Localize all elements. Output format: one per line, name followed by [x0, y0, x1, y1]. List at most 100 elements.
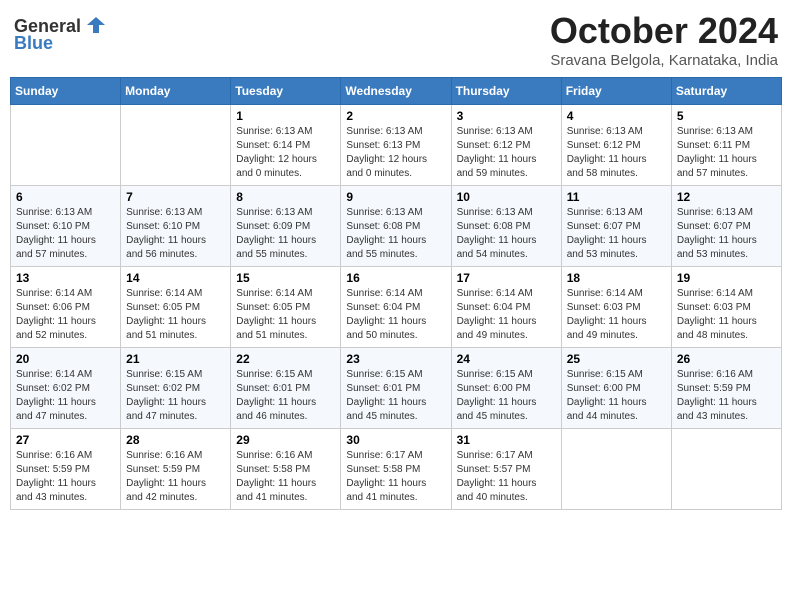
calendar-header-row: SundayMondayTuesdayWednesdayThursdayFrid…: [11, 78, 782, 105]
calendar-cell: 21 Sunrise: 6:15 AM Sunset: 6:02 PM Dayli…: [121, 348, 231, 429]
day-number: 9: [346, 190, 445, 204]
day-header: Friday: [561, 78, 671, 105]
day-info: Sunrise: 6:13 AM Sunset: 6:12 PM Dayligh…: [567, 125, 666, 181]
calendar-cell: 11Sunrise: 6:13 AM Sunset: 6:07 PM Dayli…: [561, 186, 671, 267]
day-header: Saturday: [671, 78, 781, 105]
calendar-cell: 14 Sunrise: 6:14 AM Sunset: 6:05 PM Dayli…: [121, 267, 231, 348]
day-number: 15: [236, 271, 335, 285]
calendar-cell: 29 Sunrise: 6:16 AM Sunset: 5:58 PM Dayli…: [231, 429, 341, 510]
day-info: Sunrise: 6:14 AM Sunset: 6:03 PM Dayligh…: [677, 287, 776, 343]
day-number: 26: [677, 352, 776, 366]
title-block: October 2024 Sravana Belgola, Karnataka,…: [550, 10, 778, 69]
day-info: Sunrise: 6:13 AM Sunset: 6:14 PM Dayligh…: [236, 125, 335, 181]
day-number: 16: [346, 271, 445, 285]
day-header: Tuesday: [231, 78, 341, 105]
day-number: 17: [457, 271, 556, 285]
calendar-cell: 4 Sunrise: 6:13 AM Sunset: 6:12 PM Daylig…: [561, 105, 671, 186]
day-number: 22: [236, 352, 335, 366]
day-info: Sunrise: 6:14 AM Sunset: 6:02 PM Dayligh…: [16, 368, 115, 424]
day-info: Sunrise: 6:15 AM Sunset: 6:01 PM Dayligh…: [346, 368, 445, 424]
calendar-cell: 6Sunrise: 6:13 AM Sunset: 6:10 PM Daylig…: [11, 186, 121, 267]
day-number: 10: [457, 190, 556, 204]
day-number: 2: [346, 109, 445, 123]
calendar-cell: [11, 105, 121, 186]
day-info: Sunrise: 6:15 AM Sunset: 6:00 PM Dayligh…: [457, 368, 556, 424]
day-info: Sunrise: 6:13 AM Sunset: 6:11 PM Dayligh…: [677, 125, 776, 181]
day-info: Sunrise: 6:14 AM Sunset: 6:05 PM Dayligh…: [236, 287, 335, 343]
day-number: 12: [677, 190, 776, 204]
day-number: 14: [126, 271, 225, 285]
day-number: 21: [126, 352, 225, 366]
day-number: 6: [16, 190, 115, 204]
calendar-cell: [671, 429, 781, 510]
calendar-table: SundayMondayTuesdayWednesdayThursdayFrid…: [10, 77, 782, 510]
day-number: 4: [567, 109, 666, 123]
calendar-cell: 1 Sunrise: 6:13 AM Sunset: 6:14 PM Daylig…: [231, 105, 341, 186]
calendar-cell: 13 Sunrise: 6:14 AM Sunset: 6:06 PM Dayli…: [11, 267, 121, 348]
calendar-week-row: 13 Sunrise: 6:14 AM Sunset: 6:06 PM Dayli…: [11, 267, 782, 348]
day-info: Sunrise: 6:15 AM Sunset: 6:02 PM Dayligh…: [126, 368, 225, 424]
day-info: Sunrise: 6:13 AM Sunset: 6:10 PM Dayligh…: [126, 206, 225, 262]
day-number: 11: [567, 190, 666, 204]
calendar-cell: 26 Sunrise: 6:16 AM Sunset: 5:59 PM Dayli…: [671, 348, 781, 429]
day-number: 25: [567, 352, 666, 366]
calendar-cell: 8Sunrise: 6:13 AM Sunset: 6:09 PM Daylig…: [231, 186, 341, 267]
calendar-cell: 20 Sunrise: 6:14 AM Sunset: 6:02 PM Dayli…: [11, 348, 121, 429]
calendar-week-row: 1 Sunrise: 6:13 AM Sunset: 6:14 PM Daylig…: [11, 105, 782, 186]
day-number: 18: [567, 271, 666, 285]
calendar-cell: 15 Sunrise: 6:14 AM Sunset: 6:05 PM Dayli…: [231, 267, 341, 348]
day-number: 29: [236, 433, 335, 447]
location-title: Sravana Belgola, Karnataka, India: [550, 52, 778, 69]
logo-bird-icon: [85, 15, 107, 37]
logo: General Blue: [14, 16, 107, 54]
day-info: Sunrise: 6:13 AM Sunset: 6:07 PM Dayligh…: [677, 206, 776, 262]
day-number: 1: [236, 109, 335, 123]
day-info: Sunrise: 6:14 AM Sunset: 6:04 PM Dayligh…: [346, 287, 445, 343]
month-title: October 2024: [550, 10, 778, 52]
day-info: Sunrise: 6:16 AM Sunset: 5:58 PM Dayligh…: [236, 449, 335, 505]
calendar-cell: 2 Sunrise: 6:13 AM Sunset: 6:13 PM Daylig…: [341, 105, 451, 186]
calendar-week-row: 6 Sunrise: 6:13 AM Sunset: 6:10 PM Daylig…: [11, 186, 782, 267]
calendar-cell: 31 Sunrise: 6:17 AM Sunset: 5:57 PM Dayli…: [451, 429, 561, 510]
day-info: Sunrise: 6:17 AM Sunset: 5:57 PM Dayligh…: [457, 449, 556, 505]
day-info: Sunrise: 6:13 AM Sunset: 6:12 PM Dayligh…: [457, 125, 556, 181]
calendar-cell: 5 Sunrise: 6:13 AM Sunset: 6:11 PM Daylig…: [671, 105, 781, 186]
day-info: Sunrise: 6:17 AM Sunset: 5:58 PM Dayligh…: [346, 449, 445, 505]
day-number: 20: [16, 352, 115, 366]
day-info: Sunrise: 6:14 AM Sunset: 6:06 PM Dayligh…: [16, 287, 115, 343]
calendar-cell: 10 Sunrise: 6:13 AM Sunset: 6:08 PM Dayli…: [451, 186, 561, 267]
day-header: Wednesday: [341, 78, 451, 105]
day-number: 30: [346, 433, 445, 447]
page-header: General Blue October 2024 Sravana Belgol…: [10, 10, 782, 69]
calendar-cell: [121, 105, 231, 186]
day-info: Sunrise: 6:16 AM Sunset: 5:59 PM Dayligh…: [677, 368, 776, 424]
calendar-cell: 22Sunrise: 6:15 AM Sunset: 6:01 PM Dayli…: [231, 348, 341, 429]
day-info: Sunrise: 6:14 AM Sunset: 6:04 PM Dayligh…: [457, 287, 556, 343]
day-number: 5: [677, 109, 776, 123]
day-number: 23: [346, 352, 445, 366]
calendar-cell: 30 Sunrise: 6:17 AM Sunset: 5:58 PM Dayli…: [341, 429, 451, 510]
day-info: Sunrise: 6:13 AM Sunset: 6:08 PM Dayligh…: [457, 206, 556, 262]
day-header: Sunday: [11, 78, 121, 105]
calendar-cell: 28Sunrise: 6:16 AM Sunset: 5:59 PM Dayli…: [121, 429, 231, 510]
day-number: 7: [126, 190, 225, 204]
calendar-cell: 16 Sunrise: 6:14 AM Sunset: 6:04 PM Dayli…: [341, 267, 451, 348]
calendar-cell: 18 Sunrise: 6:14 AM Sunset: 6:03 PM Dayli…: [561, 267, 671, 348]
day-number: 27: [16, 433, 115, 447]
day-header: Thursday: [451, 78, 561, 105]
calendar-cell: 23 Sunrise: 6:15 AM Sunset: 6:01 PM Dayli…: [341, 348, 451, 429]
day-info: Sunrise: 6:13 AM Sunset: 6:13 PM Dayligh…: [346, 125, 445, 181]
day-info: Sunrise: 6:16 AM Sunset: 5:59 PM Dayligh…: [16, 449, 115, 505]
day-number: 24: [457, 352, 556, 366]
day-number: 8: [236, 190, 335, 204]
day-number: 31: [457, 433, 556, 447]
calendar-cell: 7 Sunrise: 6:13 AM Sunset: 6:10 PM Daylig…: [121, 186, 231, 267]
day-info: Sunrise: 6:14 AM Sunset: 6:03 PM Dayligh…: [567, 287, 666, 343]
calendar-cell: 9Sunrise: 6:13 AM Sunset: 6:08 PM Daylig…: [341, 186, 451, 267]
day-number: 13: [16, 271, 115, 285]
day-info: Sunrise: 6:14 AM Sunset: 6:05 PM Dayligh…: [126, 287, 225, 343]
calendar-cell: [561, 429, 671, 510]
calendar-cell: 17 Sunrise: 6:14 AM Sunset: 6:04 PM Dayli…: [451, 267, 561, 348]
day-info: Sunrise: 6:16 AM Sunset: 5:59 PM Dayligh…: [126, 449, 225, 505]
calendar-cell: 12 Sunrise: 6:13 AM Sunset: 6:07 PM Dayli…: [671, 186, 781, 267]
